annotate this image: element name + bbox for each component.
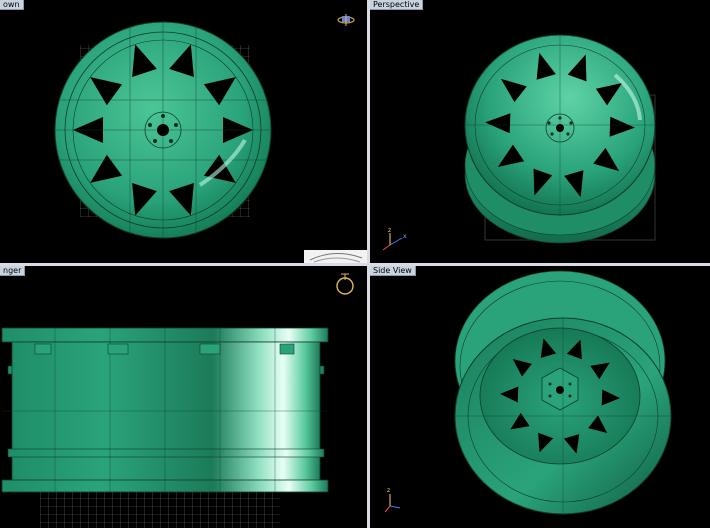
corner-thumbnail: [304, 250, 367, 263]
viewport-front[interactable]: nger: [0, 266, 367, 528]
viewport-perspective[interactable]: x z Perspective: [370, 0, 710, 263]
viewport-top[interactable]: own: [0, 0, 367, 263]
viewport-divider-horizontal[interactable]: [0, 263, 710, 266]
svg-text:z: z: [388, 227, 391, 234]
svg-text:x: x: [403, 233, 407, 240]
xyz-axis-triad-icon: z: [384, 487, 401, 513]
viewport-label-top[interactable]: own: [0, 0, 24, 10]
viewport-label-front[interactable]: nger: [0, 266, 26, 276]
viewport-side[interactable]: z Side View: [370, 266, 710, 528]
viewport-label-perspective[interactable]: Perspective: [370, 0, 424, 10]
viewport-label-side[interactable]: Side View: [370, 266, 416, 276]
xyz-axis-triad-icon: x z: [382, 227, 407, 251]
svg-text:z: z: [387, 487, 390, 494]
orbit-gizmo-icon[interactable]: [0, 266, 367, 528]
